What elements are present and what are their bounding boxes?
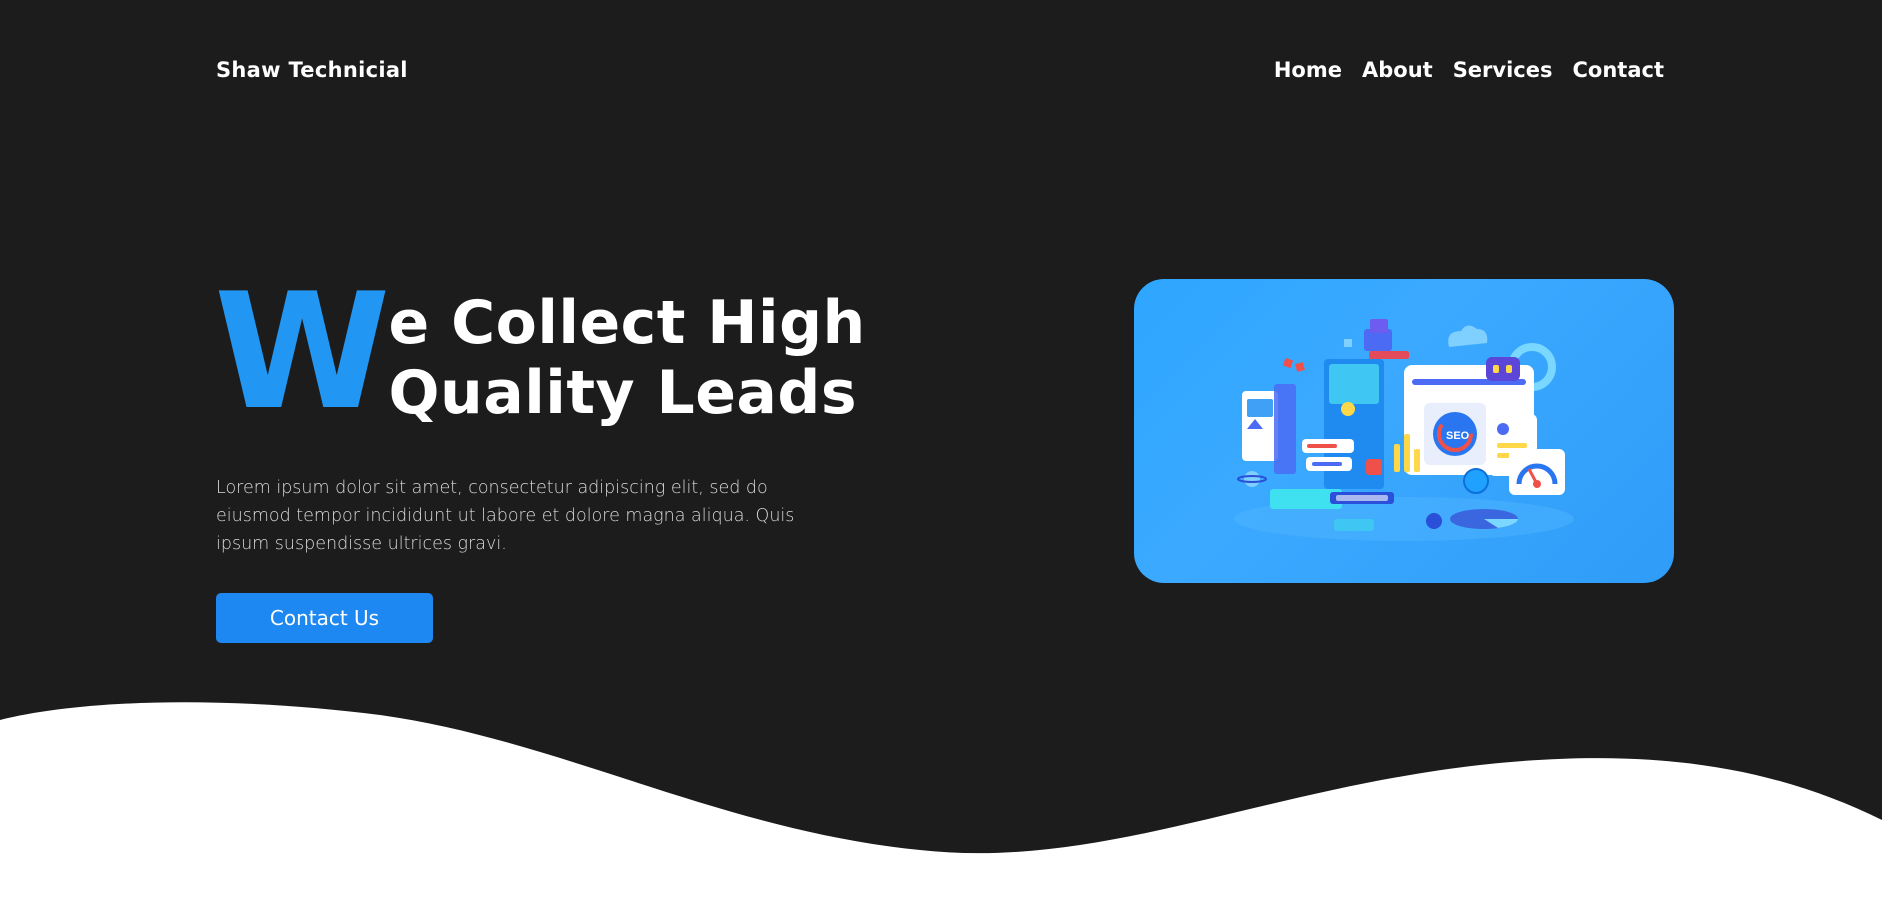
nav-about[interactable]: About	[1362, 58, 1433, 82]
bottom-wave	[0, 702, 1882, 903]
nav-contact[interactable]: Contact	[1573, 58, 1665, 82]
hero-title: W e Collect High Quality Leads	[214, 258, 866, 445]
nav-services[interactable]: Services	[1453, 58, 1553, 82]
hero-title-initial: W	[214, 258, 391, 445]
landing-page: Shaw Technicial Home About Services Cont…	[0, 0, 1882, 903]
hero-title-lines: e Collect High Quality Leads	[388, 286, 865, 428]
hero-title-line-1: e Collect High	[388, 288, 866, 358]
nav-home[interactable]: Home	[1274, 58, 1342, 82]
contact-us-button[interactable]: Contact Us	[216, 593, 433, 643]
hero-illustration-card: SEO	[1134, 279, 1674, 583]
main-nav: Home About Services Contact	[1274, 58, 1664, 82]
hero-illustration: SEO	[1234, 319, 1574, 541]
seo-badge-text: SEO	[1446, 430, 1470, 442]
brand-logo[interactable]: Shaw Technicial	[216, 58, 408, 82]
hero-description: Lorem ipsum dolor sit amet, consectetur …	[216, 477, 795, 554]
hero-title-line-2: Quality Leads	[388, 358, 858, 428]
